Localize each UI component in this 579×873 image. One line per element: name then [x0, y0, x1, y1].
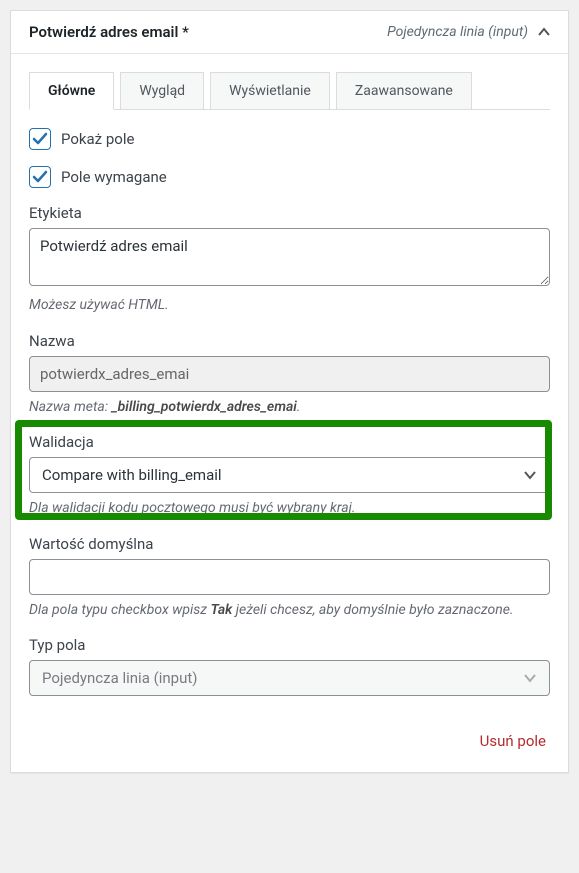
chevron-down-icon — [523, 669, 537, 687]
default-label: Wartość domyślna — [29, 535, 550, 553]
etykieta-row: Etykieta Potwierdź adres email Możesz uż… — [29, 204, 550, 316]
chevron-down-icon — [523, 466, 537, 484]
walidacja-help: Dla walidacji kodu pocztowego musi być w… — [29, 499, 550, 519]
default-help-suffix: jeżeli chcesz, aby domyślnie było zaznac… — [232, 602, 513, 618]
type-select-disabled: Pojedyncza linia (input) — [29, 660, 550, 696]
etykieta-label: Etykieta — [29, 204, 550, 222]
show-field-label: Pokaż pole — [61, 130, 134, 148]
tabs: Główne Wygląd Wyświetlanie Zaawansowane — [29, 72, 550, 110]
tab-appearance[interactable]: Wygląd — [120, 72, 204, 110]
etykieta-textarea[interactable]: Potwierdź adres email — [29, 228, 550, 286]
etykieta-help: Możesz używać HTML. — [29, 296, 550, 316]
default-row: Wartość domyślna Dla pola typu checkbox … — [29, 535, 550, 621]
card-header[interactable]: Potwierdź adres email * Pojedyncza linia… — [11, 11, 568, 54]
required-checkbox[interactable] — [29, 166, 51, 188]
nazwa-meta-prefix: Nazwa meta: — [29, 399, 112, 415]
walidacja-label: Walidacja — [29, 433, 550, 451]
field-settings-card: Potwierdź adres email * Pojedyncza linia… — [10, 10, 569, 773]
nazwa-row: Nazwa Nazwa meta: _billing_potwierdx_adr… — [29, 332, 550, 418]
type-row: Typ pola Pojedyncza linia (input) — [29, 636, 550, 696]
walidacja-value: Compare with billing_email — [42, 466, 222, 484]
tab-advanced[interactable]: Zaawansowane — [336, 72, 472, 110]
required-label: Pole wymagane — [61, 168, 167, 186]
card-header-right: Pojedyncza linia (input) — [387, 24, 550, 40]
type-label: Typ pola — [29, 636, 550, 654]
card-body: Główne Wygląd Wyświetlanie Zaawansowane … — [11, 54, 568, 714]
show-field-checkbox[interactable] — [29, 128, 51, 150]
default-help-bold: Tak — [210, 602, 232, 618]
default-help-prefix: Dla pola typu checkbox wpisz — [29, 602, 210, 618]
delete-field-link[interactable]: Usuń pole — [480, 732, 546, 750]
tab-display[interactable]: Wyświetlanie — [210, 72, 330, 110]
tab-main[interactable]: Główne — [29, 72, 114, 110]
nazwa-label: Nazwa — [29, 332, 550, 350]
card-title: Potwierdź adres email * — [29, 23, 189, 41]
required-row[interactable]: Pole wymagane — [29, 166, 550, 188]
walidacja-select[interactable]: Compare with billing_email — [29, 457, 550, 493]
collapse-up-icon[interactable] — [538, 27, 550, 37]
card-footer: Usuń pole — [11, 714, 568, 772]
nazwa-meta-help: Nazwa meta: _billing_potwierdx_adres_ema… — [29, 398, 550, 418]
field-type-hint: Pojedyncza linia (input) — [387, 24, 528, 40]
walidacja-row: Walidacja Compare with billing_email Dla… — [29, 433, 550, 519]
type-value: Pojedyncza linia (input) — [42, 669, 197, 687]
default-input[interactable] — [29, 559, 550, 595]
show-field-row[interactable]: Pokaż pole — [29, 128, 550, 150]
default-help: Dla pola typu checkbox wpisz Tak jeżeli … — [29, 601, 550, 621]
nazwa-meta-value: _billing_potwierdx_adres_emai — [112, 399, 297, 415]
nazwa-input — [29, 356, 550, 392]
